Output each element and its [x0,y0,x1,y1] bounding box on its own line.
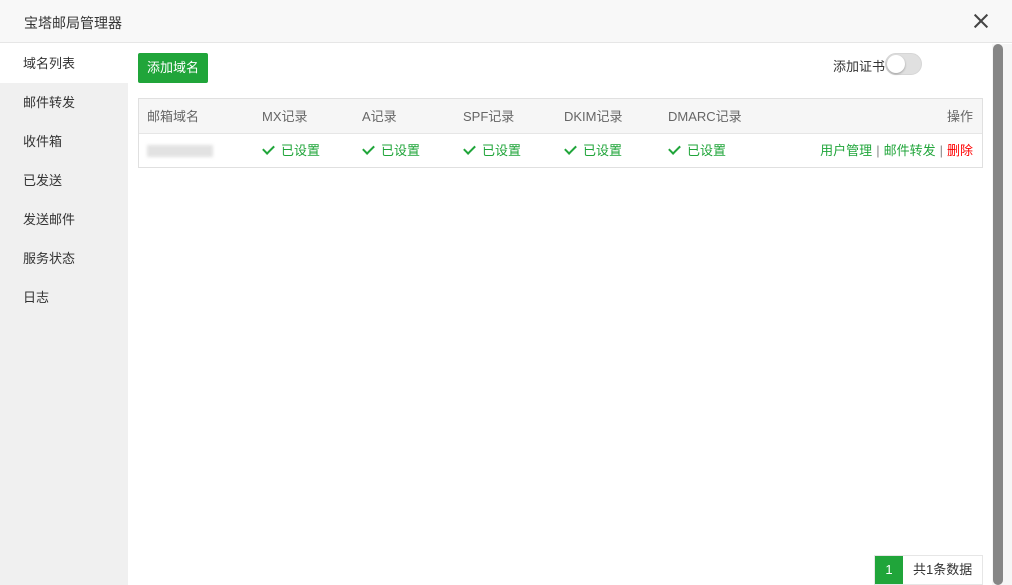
check-icon [362,142,375,155]
table-row: 已设置 已设置 已设置 已设置 已设置 用户管理 | 邮件转发 | 删除 [139,134,982,167]
spf-status: 已设置 [463,134,522,167]
close-icon[interactable] [972,12,990,30]
user-management-link[interactable]: 用户管理 [820,143,872,158]
check-icon [262,142,275,155]
page-1-button[interactable]: 1 [875,556,903,584]
mail-forward-link[interactable]: 邮件转发 [884,143,936,158]
col-header-actions: 操作 [946,109,973,124]
sidebar-item-mail-forward[interactable]: 邮件转发 [0,83,128,122]
sidebar-item-send-mail[interactable]: 发送邮件 [0,200,128,239]
spf-status-text: 已设置 [482,143,522,158]
action-separator: | [876,143,880,158]
sidebar-item-inbox[interactable]: 收件箱 [0,122,128,161]
col-header-dmarc: DMARC记录 [668,109,742,124]
row-actions: 用户管理 | 邮件转发 | 删除 [820,134,973,167]
domain-table: 邮箱域名 MX记录 A记录 SPF记录 DKIM记录 DMARC记录 操作 已设… [138,98,983,168]
col-header-spf: SPF记录 [463,109,515,124]
action-separator: | [939,143,943,158]
sidebar-item-service-status[interactable]: 服务状态 [0,239,128,278]
a-status: 已设置 [362,134,421,167]
delete-link[interactable]: 删除 [947,143,973,158]
sidebar-item-sent[interactable]: 已发送 [0,161,128,200]
table-header: 邮箱域名 MX记录 A记录 SPF记录 DKIM记录 DMARC记录 操作 [139,99,982,134]
scrollbar-thumb[interactable] [993,44,1003,585]
toggle-knob [887,55,905,73]
add-cert-label: 添加证书 [833,59,886,74]
col-header-domain: 邮箱域名 [147,109,200,124]
dmarc-status: 已设置 [668,134,727,167]
col-header-dkim: DKIM记录 [564,109,623,124]
check-icon [668,142,681,155]
col-header-a: A记录 [362,109,397,124]
sidebar-item-domain-list[interactable]: 域名列表 [0,44,128,83]
modal-header: 宝塔邮局管理器 [0,0,1012,43]
mx-status: 已设置 [262,134,321,167]
scrollbar[interactable] [992,44,1012,585]
check-icon [463,142,476,155]
modal-title: 宝塔邮局管理器 [24,15,122,31]
dkim-status: 已设置 [564,134,623,167]
sidebar: 域名列表 邮件转发 收件箱 已发送 发送邮件 服务状态 日志 [0,44,128,585]
dkim-status-text: 已设置 [583,143,623,158]
sidebar-item-log[interactable]: 日志 [0,278,128,317]
mail-manager-modal: 宝塔邮局管理器 域名列表 邮件转发 收件箱 已发送 发送邮件 服务状态 日志 添… [0,0,1012,585]
mx-status-text: 已设置 [281,143,321,158]
add-cert-toggle[interactable] [885,53,922,75]
dmarc-status-text: 已设置 [687,143,727,158]
col-header-mx: MX记录 [262,109,308,124]
domain-list-panel: 添加域名 添加证书 邮箱域名 MX记录 A记录 SPF记录 DKIM记录 DMA… [128,44,992,585]
pagination: 1 共1条数据 [874,555,984,585]
total-count: 共1条数据 [913,562,973,577]
add-domain-button[interactable]: 添加域名 [138,53,208,83]
domain-cell-redacted [147,145,213,157]
a-status-text: 已设置 [381,143,421,158]
check-icon [564,142,577,155]
